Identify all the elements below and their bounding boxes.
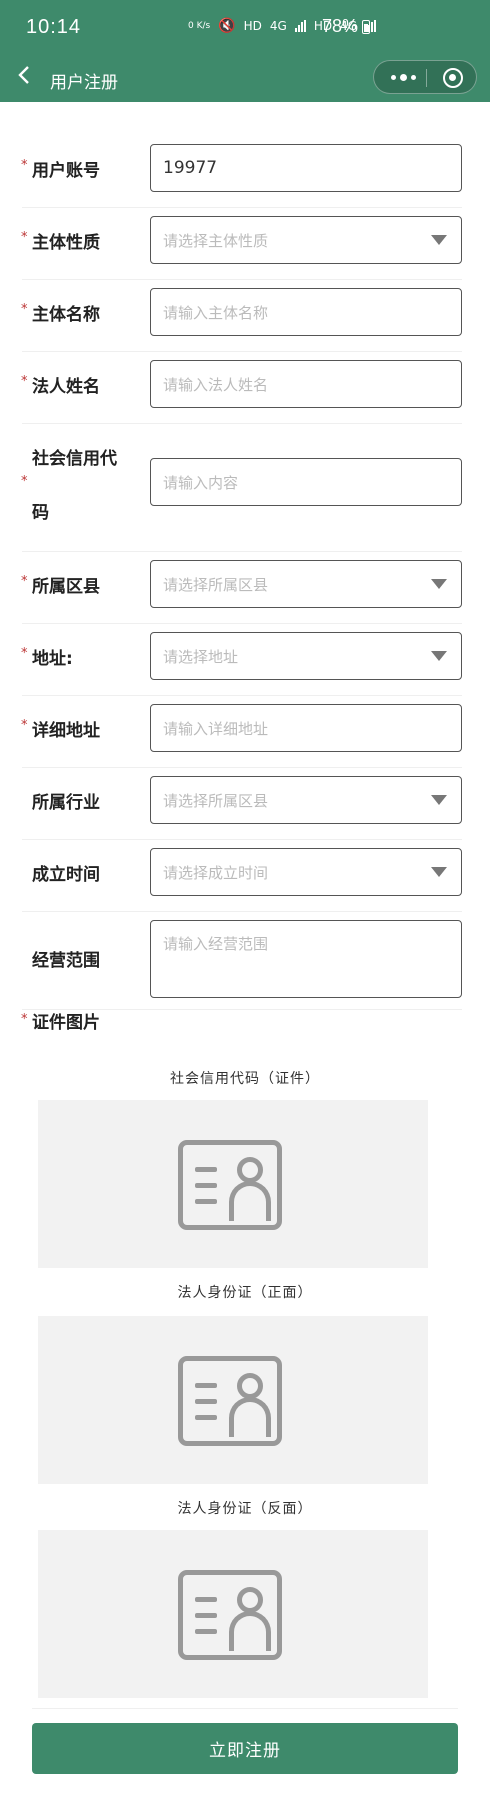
- required-mark: *: [21, 374, 28, 389]
- status-time: 10:14: [26, 16, 82, 38]
- scope-placeholder: 请输入经营范围: [163, 935, 269, 953]
- status-bar: 10:14 0 K/s 🔇 HD 4G HD 4G 78%: [0, 0, 490, 58]
- address-placeholder: 请选择地址: [163, 647, 239, 666]
- row-account: * 用户账号 19977: [21, 136, 462, 208]
- row-county: * 所属区县 请选择所属区县: [21, 552, 462, 624]
- row-scope: 经营范围 请输入经营范围: [22, 912, 462, 1010]
- register-submit-button[interactable]: 立即注册: [32, 1723, 458, 1774]
- mini-program-capsule: [373, 60, 477, 94]
- required-mark: *: [21, 574, 28, 589]
- industry-label: 所属行业: [32, 793, 100, 813]
- detail-address-input[interactable]: 请输入详细地址: [150, 704, 462, 752]
- entity-type-select[interactable]: 请选择主体性质: [150, 216, 462, 264]
- credit-code-label-line2: 码: [32, 503, 49, 523]
- credit-code-input[interactable]: 请输入内容: [150, 458, 462, 506]
- account-input[interactable]: 19977: [150, 144, 462, 192]
- required-mark: *: [21, 302, 28, 317]
- hd-label-1: HD: [243, 19, 262, 33]
- dropdown-caret-icon: [431, 795, 447, 805]
- county-select[interactable]: 请选择所属区县: [150, 560, 462, 608]
- close-target-icon[interactable]: [443, 68, 463, 88]
- founded-placeholder: 请选择成立时间: [163, 863, 269, 882]
- mute-icon: 🔇: [218, 18, 236, 34]
- account-value: 19977: [163, 158, 218, 178]
- required-mark: *: [21, 718, 28, 733]
- nav-bar: 用户注册: [0, 58, 490, 102]
- credit-code-placeholder: 请输入内容: [163, 473, 239, 492]
- industry-placeholder: 请选择所属区县: [163, 791, 269, 810]
- address-select[interactable]: 请选择地址: [150, 632, 462, 680]
- register-form: * 用户账号 19977 * 主体性质 请选择主体性质 * 主体名称 请输入主体…: [21, 136, 462, 1010]
- row-entity-type: * 主体性质 请选择主体性质: [21, 208, 462, 280]
- capsule-divider: [426, 69, 427, 87]
- founded-label: 成立时间: [32, 865, 100, 885]
- row-industry: 所属行业 请选择所属区县: [22, 768, 462, 840]
- scope-label: 经营范围: [32, 951, 100, 971]
- entity-type-label: 主体性质: [32, 233, 100, 253]
- battery-percent: 78%: [322, 16, 359, 36]
- address-label: 地址:: [32, 649, 73, 669]
- back-arrow-icon[interactable]: [16, 64, 46, 94]
- net-speed: 0 K/s: [188, 21, 211, 31]
- required-mark: *: [21, 1012, 28, 1027]
- id-card-icon: [178, 1570, 282, 1660]
- entity-name-placeholder: 请输入主体名称: [163, 303, 269, 322]
- county-label: 所属区县: [32, 577, 100, 597]
- page-title: 用户注册: [50, 73, 118, 93]
- required-mark: *: [21, 158, 28, 173]
- id-card-icon: [178, 1356, 282, 1446]
- industry-select[interactable]: 请选择所属区县: [150, 776, 462, 824]
- county-placeholder: 请选择所属区县: [163, 575, 269, 594]
- dropdown-caret-icon: [431, 651, 447, 661]
- image-caption-id-back: 法人身份证（反面）: [177, 1501, 313, 1517]
- dropdown-caret-icon: [431, 867, 447, 877]
- row-founded: 成立时间 请选择成立时间: [22, 840, 462, 912]
- register-submit-label: 立即注册: [209, 1741, 281, 1761]
- scope-textarea[interactable]: 请输入经营范围: [150, 920, 462, 998]
- more-icon[interactable]: [388, 69, 418, 85]
- credit-code-label-line1: 社会信用代: [32, 449, 117, 469]
- network-label-1: 4G: [269, 19, 287, 33]
- required-mark: *: [21, 474, 28, 489]
- id-card-icon: [178, 1140, 282, 1230]
- account-label: 用户账号: [32, 161, 100, 181]
- upload-id-back[interactable]: [38, 1530, 428, 1698]
- legal-person-label: 法人姓名: [32, 377, 100, 397]
- entity-type-placeholder: 请选择主体性质: [163, 231, 269, 250]
- images-section-title: 证件图片: [32, 1013, 100, 1033]
- entity-name-input[interactable]: 请输入主体名称: [150, 288, 462, 336]
- signal-icon-1: [294, 20, 306, 32]
- battery-indicator: 78%: [322, 16, 371, 37]
- row-credit-code: * 社会信用代 码 请输入内容: [21, 424, 462, 552]
- row-entity-name: * 主体名称 请输入主体名称: [21, 280, 462, 352]
- divider: [32, 1708, 458, 1709]
- founded-select[interactable]: 请选择成立时间: [150, 848, 462, 896]
- row-detail-address: * 详细地址 请输入详细地址: [21, 696, 462, 768]
- battery-icon: [362, 19, 371, 34]
- row-legal-person: * 法人姓名 请输入法人姓名: [21, 352, 462, 424]
- entity-name-label: 主体名称: [32, 305, 100, 325]
- image-caption-id-front: 法人身份证（正面）: [177, 1285, 313, 1301]
- dropdown-caret-icon: [431, 579, 447, 589]
- upload-id-front[interactable]: [38, 1316, 428, 1484]
- required-mark: *: [21, 230, 28, 245]
- required-mark: *: [21, 646, 28, 661]
- image-caption-credit-code: 社会信用代码（证件）: [170, 1071, 320, 1087]
- row-address: * 地址: 请选择地址: [21, 624, 462, 696]
- dropdown-caret-icon: [431, 235, 447, 245]
- legal-person-input[interactable]: 请输入法人姓名: [150, 360, 462, 408]
- upload-credit-code[interactable]: [38, 1100, 428, 1268]
- detail-address-label: 详细地址: [32, 721, 100, 741]
- legal-person-placeholder: 请输入法人姓名: [163, 375, 269, 394]
- detail-address-placeholder: 请输入详细地址: [163, 719, 269, 738]
